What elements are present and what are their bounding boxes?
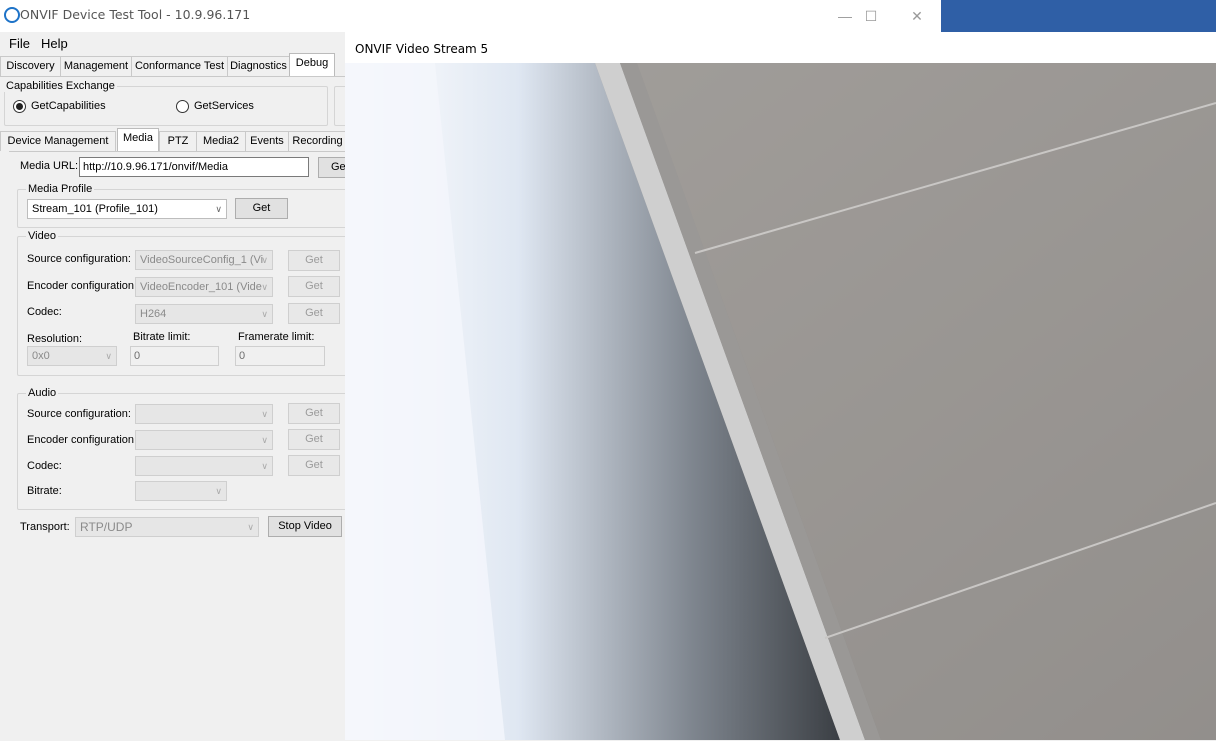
title-bar: ONVIF Device Test Tool - 10.9.96.171 — ☐…: [0, 0, 1216, 32]
video-encoder-value: VideoEncoder_101 (Vide: [140, 281, 262, 293]
audio-encoder-select[interactable]: ∨: [135, 430, 273, 450]
app-ring-icon: [4, 7, 20, 23]
audio-group-title: Audio: [26, 387, 59, 399]
app-title: ONVIF Device Test Tool - 10.9.96.171: [20, 7, 251, 22]
video-codec-select[interactable]: H264 ∨: [135, 304, 273, 324]
chevron-down-icon: ∨: [261, 435, 268, 445]
media-profile-group-title: Media Profile: [26, 183, 95, 195]
media-url-input[interactable]: http://10.9.96.171/onvif/Media: [79, 157, 309, 177]
audio-source-label: Source configuration:: [27, 408, 131, 420]
tab-media[interactable]: Media: [117, 128, 159, 151]
video-stream-window[interactable]: ONVIF Video Stream 5: [345, 32, 1216, 740]
tab-ptz[interactable]: PTZ: [159, 131, 197, 151]
tab-debug[interactable]: Debug: [289, 53, 335, 76]
chevron-down-icon: ∨: [215, 204, 222, 214]
bitrate-limit-input[interactable]: 0: [130, 346, 219, 366]
menu-file[interactable]: File: [9, 36, 30, 51]
tab-conformance-test[interactable]: Conformance Test: [131, 56, 228, 76]
video-encoder-label: Encoder configuration:: [27, 280, 138, 292]
tab-divider: [0, 76, 345, 77]
tab-diagnostics[interactable]: Diagnostics: [227, 56, 290, 76]
resolution-label: Resolution:: [27, 333, 83, 345]
audio-encoder-label: Encoder configuration:: [27, 434, 138, 446]
bitrate-limit-label: Bitrate limit:: [133, 331, 191, 343]
video-source-get-button[interactable]: Get: [288, 250, 340, 271]
chevron-down-icon: ∨: [261, 255, 268, 265]
video-codec-get-button[interactable]: Get: [288, 303, 340, 324]
chevron-down-icon: ∨: [261, 409, 268, 419]
chevron-down-icon: ∨: [261, 461, 268, 471]
video-source-label: Source configuration:: [27, 253, 131, 265]
audio-source-select[interactable]: ∨: [135, 404, 273, 424]
video-encoder-select[interactable]: VideoEncoder_101 (Vide ∨: [135, 277, 273, 297]
audio-bitrate-select[interactable]: ∨: [135, 481, 227, 501]
maximize-button[interactable]: ☐: [856, 6, 886, 26]
tab-device-management[interactable]: Device Management: [0, 131, 116, 151]
getcapabilities-label: GetCapabilities: [31, 100, 106, 112]
tab-media2[interactable]: Media2: [196, 131, 246, 151]
chevron-down-icon: ∨: [215, 486, 222, 496]
transport-label: Transport:: [20, 521, 70, 533]
getservices-label: GetServices: [194, 100, 254, 112]
tab-management[interactable]: Management: [60, 56, 132, 76]
transport-value: RTP/UDP: [80, 520, 133, 534]
audio-source-get-button[interactable]: Get: [288, 403, 340, 424]
menu-help[interactable]: Help: [41, 36, 68, 51]
video-codec-label: Codec:: [27, 306, 62, 318]
stop-video-button[interactable]: Stop Video: [268, 516, 342, 537]
resolution-value: 0x0: [32, 350, 50, 362]
getcapabilities-radio[interactable]: [13, 100, 26, 113]
tab-recording[interactable]: Recording: [288, 131, 347, 151]
main-tab-strip: Discovery Management Conformance Test Di…: [0, 53, 345, 76]
video-feed: [345, 63, 1216, 740]
video-source-value: VideoSourceConfig_1 (Vi: [140, 254, 264, 266]
video-group-title: Video: [26, 230, 58, 242]
audio-codec-label: Codec:: [27, 460, 62, 472]
sub-tab-strip: Device Management Media PTZ Media2 Event…: [0, 128, 347, 151]
media-url-label: Media URL:: [20, 160, 79, 172]
audio-codec-select[interactable]: ∨: [135, 456, 273, 476]
video-codec-value: H264: [140, 308, 167, 320]
chevron-down-icon: ∨: [105, 351, 112, 361]
video-encoder-get-button[interactable]: Get: [288, 276, 340, 297]
video-source-select[interactable]: VideoSourceConfig_1 (Vi ∨: [135, 250, 273, 270]
chevron-down-icon: ∨: [261, 282, 268, 292]
video-frame-image: [345, 63, 1216, 740]
chevron-down-icon: ∨: [261, 309, 268, 319]
resolution-select[interactable]: 0x0 ∨: [27, 346, 117, 366]
video-window-title: ONVIF Video Stream 5: [355, 42, 489, 56]
framerate-limit-input[interactable]: 0: [235, 346, 325, 366]
capabilities-group-title: Capabilities Exchange: [4, 80, 117, 92]
close-button[interactable]: ✕: [902, 6, 932, 26]
media-profile-get-button[interactable]: Get: [235, 198, 288, 219]
tab-discovery[interactable]: Discovery: [0, 56, 61, 76]
media-profile-select[interactable]: Stream_101 (Profile_101) ∨: [27, 199, 227, 219]
getservices-radio[interactable]: [176, 100, 189, 113]
tab-events[interactable]: Events: [245, 131, 289, 151]
audio-bitrate-label: Bitrate:: [27, 485, 62, 497]
transport-select[interactable]: RTP/UDP ∨: [75, 517, 259, 537]
chevron-down-icon: ∨: [247, 522, 254, 532]
framerate-limit-label: Framerate limit:: [238, 331, 315, 343]
background-window-strip: [941, 0, 1216, 32]
audio-encoder-get-button[interactable]: Get: [288, 429, 340, 450]
media-profile-value: Stream_101 (Profile_101): [32, 203, 158, 215]
audio-codec-get-button[interactable]: Get: [288, 455, 340, 476]
